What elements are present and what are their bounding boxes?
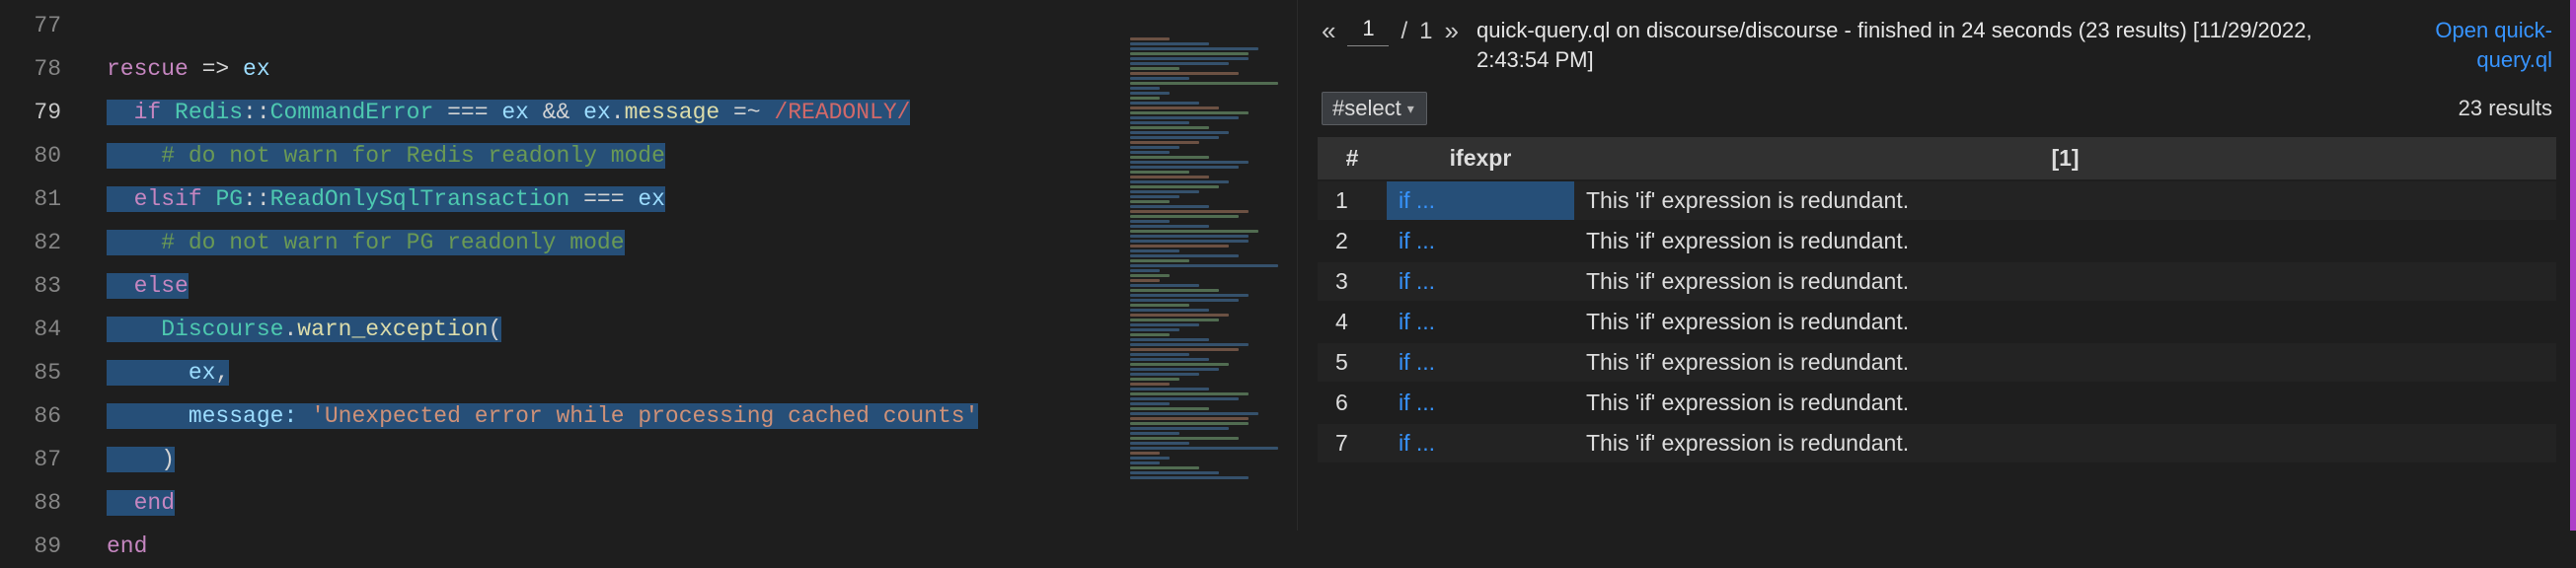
code-line[interactable]: # do not warn for Redis readonly mode bbox=[79, 134, 1297, 178]
cell-index: 1 bbox=[1318, 181, 1387, 220]
pager-prev-icon[interactable]: « bbox=[1322, 16, 1335, 46]
cell-message: This 'if' expression is redundant. bbox=[1574, 384, 2556, 422]
col-ifexpr[interactable]: ifexpr bbox=[1387, 137, 1574, 179]
pager-separator: / bbox=[1401, 18, 1407, 45]
results-toolbar: #select ▾ 23 results bbox=[1298, 84, 2576, 135]
chevron-down-icon: ▾ bbox=[1407, 101, 1414, 117]
cell-ifexpr-link[interactable]: if ... bbox=[1387, 424, 1574, 462]
line-gutter: 77787980818283848586878889 bbox=[0, 0, 79, 568]
code-line[interactable]: message: 'Unexpected error while process… bbox=[79, 394, 1297, 438]
open-query-link[interactable]: Open quick-query.ql bbox=[2385, 16, 2552, 74]
code-line[interactable]: elsif PG::ReadOnlySqlTransaction === ex bbox=[79, 178, 1297, 221]
table-row[interactable]: 2if ...This 'if' expression is redundant… bbox=[1318, 222, 2556, 260]
table-row[interactable]: 1if ...This 'if' expression is redundant… bbox=[1318, 181, 2556, 220]
cell-ifexpr-link[interactable]: if ... bbox=[1387, 181, 1574, 220]
cell-index: 3 bbox=[1318, 262, 1387, 301]
pager-next-icon[interactable]: » bbox=[1445, 16, 1459, 46]
cell-message: This 'if' expression is redundant. bbox=[1574, 181, 2556, 220]
results-title: quick-query.ql on discourse/discourse - … bbox=[1477, 16, 2367, 74]
code-line[interactable]: if Redis::CommandError === ex && ex.mess… bbox=[79, 91, 1297, 134]
minimap[interactable] bbox=[1124, 34, 1297, 531]
cell-ifexpr-link[interactable]: if ... bbox=[1387, 303, 1574, 341]
pager-current-input[interactable] bbox=[1347, 16, 1389, 46]
cell-index: 5 bbox=[1318, 343, 1387, 382]
table-row[interactable]: 5if ...This 'if' expression is redundant… bbox=[1318, 343, 2556, 382]
results-count: 23 results bbox=[2459, 96, 2552, 121]
select-label: #select bbox=[1332, 96, 1402, 121]
code-line[interactable]: end bbox=[79, 481, 1297, 525]
col-index[interactable]: # bbox=[1318, 137, 1387, 179]
cell-message: This 'if' expression is redundant. bbox=[1574, 222, 2556, 260]
results-pager: « / 1 » bbox=[1322, 16, 1459, 46]
cell-ifexpr-link[interactable]: if ... bbox=[1387, 222, 1574, 260]
results-header: « / 1 » quick-query.ql on discourse/disc… bbox=[1298, 0, 2576, 84]
code-line[interactable]: ) bbox=[79, 438, 1297, 481]
select-dropdown[interactable]: #select ▾ bbox=[1322, 92, 1427, 125]
code-line[interactable]: # do not warn for PG readonly mode bbox=[79, 221, 1297, 264]
code-line[interactable] bbox=[79, 4, 1297, 47]
table-row[interactable]: 7if ...This 'if' expression is redundant… bbox=[1318, 424, 2556, 462]
code-line[interactable]: Discourse.warn_exception( bbox=[79, 308, 1297, 351]
cell-ifexpr-link[interactable]: if ... bbox=[1387, 262, 1574, 301]
results-table: # ifexpr [1] 1if ...This 'if' expression… bbox=[1318, 135, 2556, 464]
table-row[interactable]: 4if ...This 'if' expression is redundant… bbox=[1318, 303, 2556, 341]
cell-index: 6 bbox=[1318, 384, 1387, 422]
pager-total: 1 bbox=[1419, 18, 1432, 45]
results-table-wrap: # ifexpr [1] 1if ...This 'if' expression… bbox=[1298, 135, 2576, 531]
cell-message: This 'if' expression is redundant. bbox=[1574, 343, 2556, 382]
table-row[interactable]: 6if ...This 'if' expression is redundant… bbox=[1318, 384, 2556, 422]
cell-index: 7 bbox=[1318, 424, 1387, 462]
cell-message: This 'if' expression is redundant. bbox=[1574, 262, 2556, 301]
cell-message: This 'if' expression is redundant. bbox=[1574, 424, 2556, 462]
code-view[interactable]: rescue => ex if Redis::CommandError === … bbox=[79, 0, 1297, 568]
results-pane: « / 1 » quick-query.ql on discourse/disc… bbox=[1298, 0, 2576, 531]
code-line[interactable]: ex, bbox=[79, 351, 1297, 394]
cell-index: 4 bbox=[1318, 303, 1387, 341]
table-row[interactable]: 3if ...This 'if' expression is redundant… bbox=[1318, 262, 2556, 301]
code-line[interactable]: else bbox=[79, 264, 1297, 308]
cell-message: This 'if' expression is redundant. bbox=[1574, 303, 2556, 341]
cell-ifexpr-link[interactable]: if ... bbox=[1387, 384, 1574, 422]
code-line[interactable]: end bbox=[79, 525, 1297, 568]
code-line[interactable]: rescue => ex bbox=[79, 47, 1297, 91]
editor-area[interactable]: 77787980818283848586878889 rescue => ex … bbox=[0, 0, 1297, 568]
cell-ifexpr-link[interactable]: if ... bbox=[1387, 343, 1574, 382]
cell-index: 2 bbox=[1318, 222, 1387, 260]
editor-pane: [discourse/discourse source archive]›hom… bbox=[0, 0, 1298, 531]
col-message[interactable]: [1] bbox=[1574, 137, 2556, 179]
